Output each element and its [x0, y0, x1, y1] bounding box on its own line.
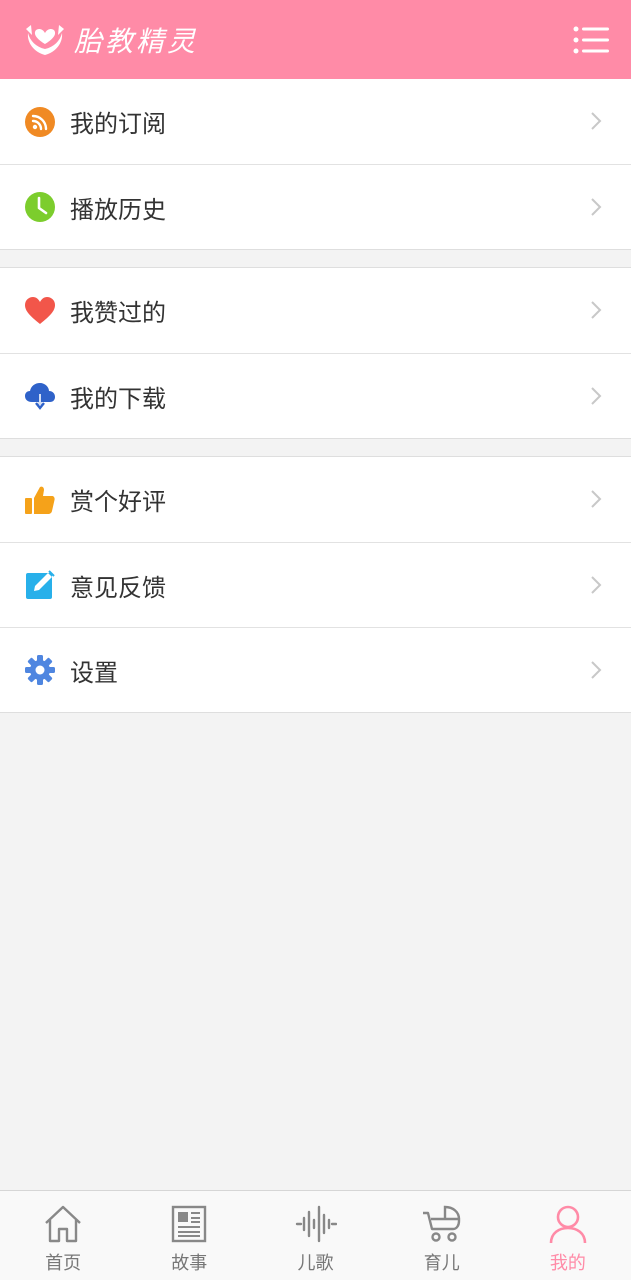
menu-item-rate[interactable]: 赏个好评 [0, 457, 631, 542]
edit-icon [26, 570, 55, 599]
menu-item-label: 我赞过的 [70, 299, 166, 327]
menu-item-label: 设置 [70, 658, 118, 687]
menu-item-subscriptions[interactable]: 我的订阅 [0, 79, 631, 164]
hands-heart-icon [26, 24, 64, 55]
tab-home[interactable]: 首页 [0, 1191, 126, 1280]
stroller-icon [422, 1205, 460, 1242]
person-icon [549, 1205, 587, 1244]
menu-item-label: 我的订阅 [70, 110, 166, 138]
group-separator [0, 439, 631, 456]
heart-icon [25, 296, 55, 324]
sound-wave-icon [295, 1205, 337, 1243]
menu-group-1: 我的订阅 播放历史 [0, 79, 631, 250]
menu-item-history[interactable]: 播放历史 [0, 164, 631, 249]
menu-group-2: 我赞过的 我的下载 [0, 267, 631, 439]
tab-label: 我的 [549, 1253, 586, 1274]
bottom-tab-bar: 首页 故事 儿歌 育儿 我的 [0, 1190, 631, 1280]
tab-label: 儿歌 [297, 1253, 334, 1274]
chevron-right-icon [591, 112, 602, 130]
menu-item-label: 我的下载 [70, 384, 166, 413]
menu-item-label: 赏个好评 [70, 488, 166, 516]
tab-label: 首页 [45, 1253, 82, 1274]
menu-item-downloads[interactable]: 我的下载 [0, 353, 631, 438]
menu-group-3: 赏个好评 意见反馈 设置 [0, 456, 631, 713]
menu-item-feedback[interactable]: 意见反馈 [0, 542, 631, 627]
menu-item-liked[interactable]: 我赞过的 [0, 268, 631, 353]
tab-label: 育儿 [423, 1253, 460, 1274]
home-icon [45, 1205, 81, 1243]
thumbs-up-icon [25, 486, 55, 514]
rss-icon [25, 106, 55, 137]
menu-item-settings[interactable]: 设置 [0, 627, 631, 712]
menu-list: 我的订阅 播放历史 我赞过的 我的下载 赏个好评 意见反馈 设置 [0, 79, 631, 713]
chevron-right-icon [591, 490, 602, 508]
app-header: 胎教精灵 [0, 0, 631, 79]
app-title: 胎教精灵 [74, 24, 199, 58]
chevron-right-icon [591, 576, 602, 594]
brand: 胎教精灵 [24, 19, 198, 61]
tab-stories[interactable]: 故事 [126, 1191, 252, 1280]
gear-icon [25, 655, 55, 685]
tab-label: 故事 [171, 1253, 208, 1274]
tab-songs[interactable]: 儿歌 [252, 1191, 378, 1280]
tab-parenting[interactable]: 育儿 [379, 1191, 505, 1280]
cloud-download-icon [25, 383, 55, 410]
menu-item-label: 意见反馈 [70, 573, 166, 602]
tab-mine[interactable]: 我的 [505, 1191, 631, 1280]
newspaper-icon [172, 1205, 207, 1243]
chevron-right-icon [591, 198, 602, 216]
chevron-right-icon [591, 661, 602, 679]
chevron-right-icon [591, 387, 602, 405]
group-separator [0, 250, 631, 267]
chevron-right-icon [591, 301, 602, 319]
app-root: 胎教精灵 我的订阅 播放历史 我赞过的 我的下载 赏个好评 意见反馈 设置 首页… [0, 0, 631, 1280]
menu-item-label: 播放历史 [70, 195, 166, 224]
list-menu-icon[interactable] [573, 25, 609, 55]
clock-icon [25, 192, 55, 222]
